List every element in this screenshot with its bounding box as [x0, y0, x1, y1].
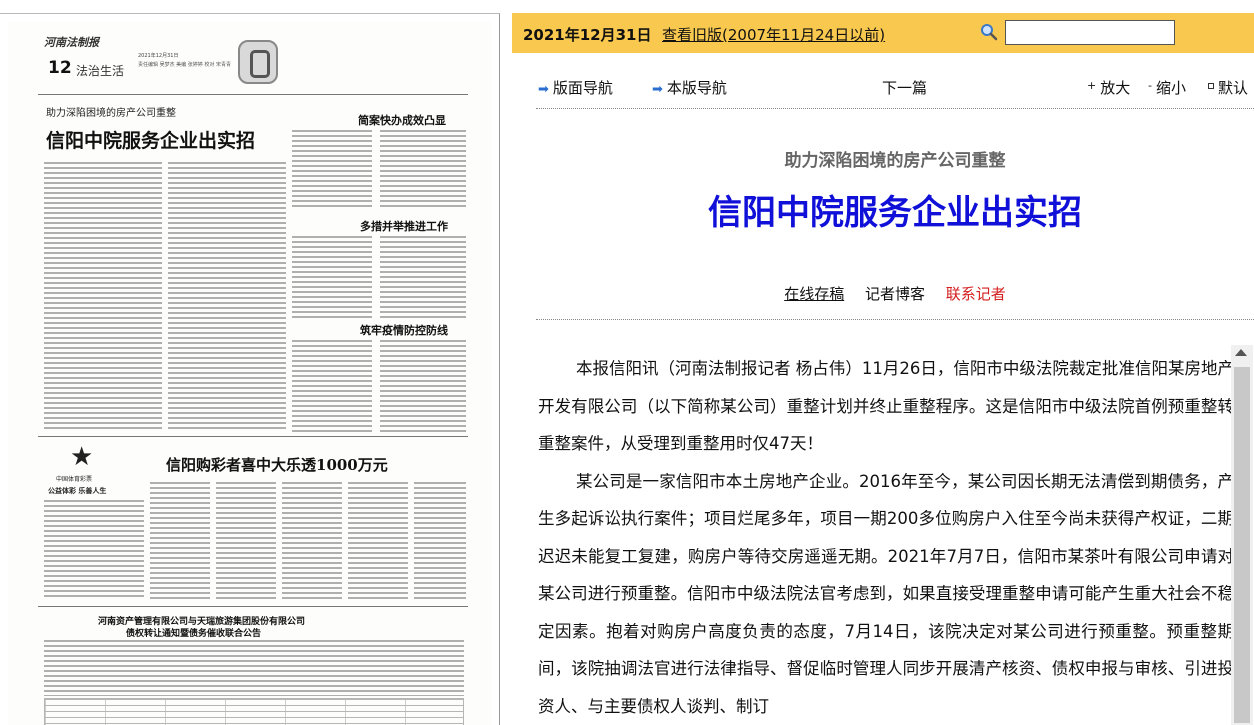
top-bar: 2021年12月31日 查看旧版(2007年11月24日以前)	[512, 13, 1254, 53]
lottery-star-icon: ★	[70, 442, 94, 472]
zoom-in-label: 放大	[1100, 79, 1131, 97]
newspaper-rule	[38, 606, 468, 607]
thumbs-up-icon	[238, 40, 278, 84]
article-paragraph: 本报信阳讯（河南法制报记者 杨占伟）11月26日，信阳市中级法院裁定批准信阳某房…	[538, 359, 1234, 453]
newspaper-page-number: 12	[48, 58, 72, 78]
lottery-headline[interactable]: 信阳购彩者喜中大乐透1000万元	[166, 454, 388, 475]
this-page-nav-label: 本版导航	[666, 79, 727, 97]
page-nav-link[interactable]: ➡ 版面导航	[538, 77, 613, 98]
newspaper-rule	[38, 94, 468, 95]
scrollbar-thumb[interactable]	[1234, 367, 1250, 723]
newspaper-side-heading[interactable]: 多措并举推进工作	[360, 218, 448, 234]
article-panel: 2021年12月31日 查看旧版(2007年11月24日以前) ➡ 版面导航 ➡ 本…	[512, 13, 1254, 725]
newspaper-brand: 河南法制报	[44, 36, 99, 49]
zoom-out-button[interactable]: - 缩小	[1148, 77, 1186, 98]
newspaper-side-heading[interactable]: 筑牢疫情防控防线	[360, 322, 448, 338]
newspaper-date: 2021年12月31日	[138, 53, 179, 59]
zoom-in-button[interactable]: + 放大	[1087, 77, 1130, 98]
newspaper-text-column[interactable]	[44, 500, 144, 600]
newspaper-editors: 责任编辑 吴梦杰 美编 张婷婷 校对 宋青青	[138, 62, 231, 68]
newspaper-text-column[interactable]	[44, 162, 162, 432]
article-headline: 信阳中院服务企业出实招	[708, 193, 1082, 233]
newspaper-section: 法治生活	[76, 64, 125, 78]
scroll-up-arrow-icon[interactable]	[1235, 349, 1247, 356]
vertical-scrollbar[interactable]	[1231, 345, 1253, 725]
newspaper-text-column[interactable]	[414, 482, 466, 600]
newspaper-text-column[interactable]	[292, 130, 372, 210]
newspaper-text-column[interactable]	[150, 482, 210, 600]
newspaper-text-column[interactable]	[292, 340, 372, 432]
newspaper-text-column[interactable]	[380, 236, 466, 318]
newspaper-text-column[interactable]	[216, 482, 276, 600]
newspaper-page-image[interactable]: 河南法制报 2021年12月31日 12 法治生活 责任编辑 吴梦杰 美编 张婷…	[8, 22, 492, 725]
search-icon[interactable]	[980, 23, 998, 41]
nav-row: ➡ 版面导航 ➡ 本版导航 下一篇 + 放大 - 缩小 默认	[512, 73, 1254, 99]
newspaper-rule	[38, 436, 468, 437]
newspaper-article-headline[interactable]: 信阳中院服务企业出实招	[46, 126, 255, 153]
newspaper-text-column[interactable]	[348, 482, 408, 600]
next-article-link[interactable]: 下一篇	[882, 77, 927, 98]
newspaper-text-column[interactable]	[292, 236, 372, 318]
plus-icon: +	[1087, 79, 1097, 92]
lottery-slogan: 公益体彩 乐善人生	[48, 487, 107, 495]
this-page-nav-link[interactable]: ➡ 本版导航	[652, 77, 727, 98]
old-version-link[interactable]: 查看旧版(2007年11月24日以前)	[662, 24, 885, 45]
default-size-button[interactable]: 默认	[1208, 77, 1248, 98]
newspaper-text-column[interactable]	[282, 482, 342, 600]
default-size-label: 默认	[1218, 79, 1249, 97]
notice-table	[44, 698, 464, 725]
nav-divider	[536, 108, 1254, 109]
article-body: 本报信阳讯（河南法制报记者 杨占伟）11月26日，信阳市中级法院裁定批准信阳某房…	[538, 350, 1234, 725]
newspaper-text-column[interactable]	[380, 130, 466, 210]
contact-reporter-link[interactable]: 联系记者	[946, 285, 1006, 303]
newspaper-page-panel: 河南法制报 2021年12月31日 12 法治生活 责任编辑 吴梦杰 美编 张婷…	[0, 13, 500, 725]
zoom-out-label: 缩小	[1155, 79, 1186, 97]
page-nav-label: 版面导航	[552, 79, 613, 97]
newspaper-text-column[interactable]	[380, 340, 466, 432]
newspaper-side-heading[interactable]: 简案快办成效凸显	[358, 112, 446, 128]
reporter-blog-link[interactable]: 记者博客	[865, 285, 925, 303]
notice-title-line-2[interactable]: 债权转让通知暨债务催收联合公告	[126, 626, 261, 639]
square-icon	[1208, 82, 1214, 89]
minus-icon: -	[1148, 79, 1152, 92]
lottery-name: 中国体育彩票	[56, 476, 93, 483]
notice-text-block[interactable]	[44, 640, 464, 696]
article-kicker: 助力深陷困境的房产公司重整	[784, 151, 1006, 171]
arrow-right-icon: ➡	[538, 82, 549, 97]
search-input[interactable]	[1005, 20, 1175, 45]
arrow-right-icon: ➡	[652, 82, 663, 97]
newspaper-masthead: 河南法制报 2021年12月31日 12 法治生活 责任编辑 吴梦杰 美编 张婷…	[38, 34, 468, 92]
newspaper-article-kicker[interactable]: 助力深陷困境的房产公司重整	[46, 104, 176, 119]
article-paragraph: 某公司是一家信阳市本土房地产企业。2016年至今，某公司因长期无法清偿到期债务，…	[538, 471, 1234, 716]
lottery-logo: ★ 中国体育彩票 公益体彩 乐善人生	[48, 442, 128, 502]
article-links: 在线存稿 记者博客 联系记者	[512, 283, 1254, 304]
issue-date: 2021年12月31日	[523, 26, 652, 44]
online-submit-link[interactable]: 在线存稿	[784, 285, 844, 303]
newspaper-text-column[interactable]	[168, 162, 286, 432]
header-divider	[536, 319, 1254, 320]
